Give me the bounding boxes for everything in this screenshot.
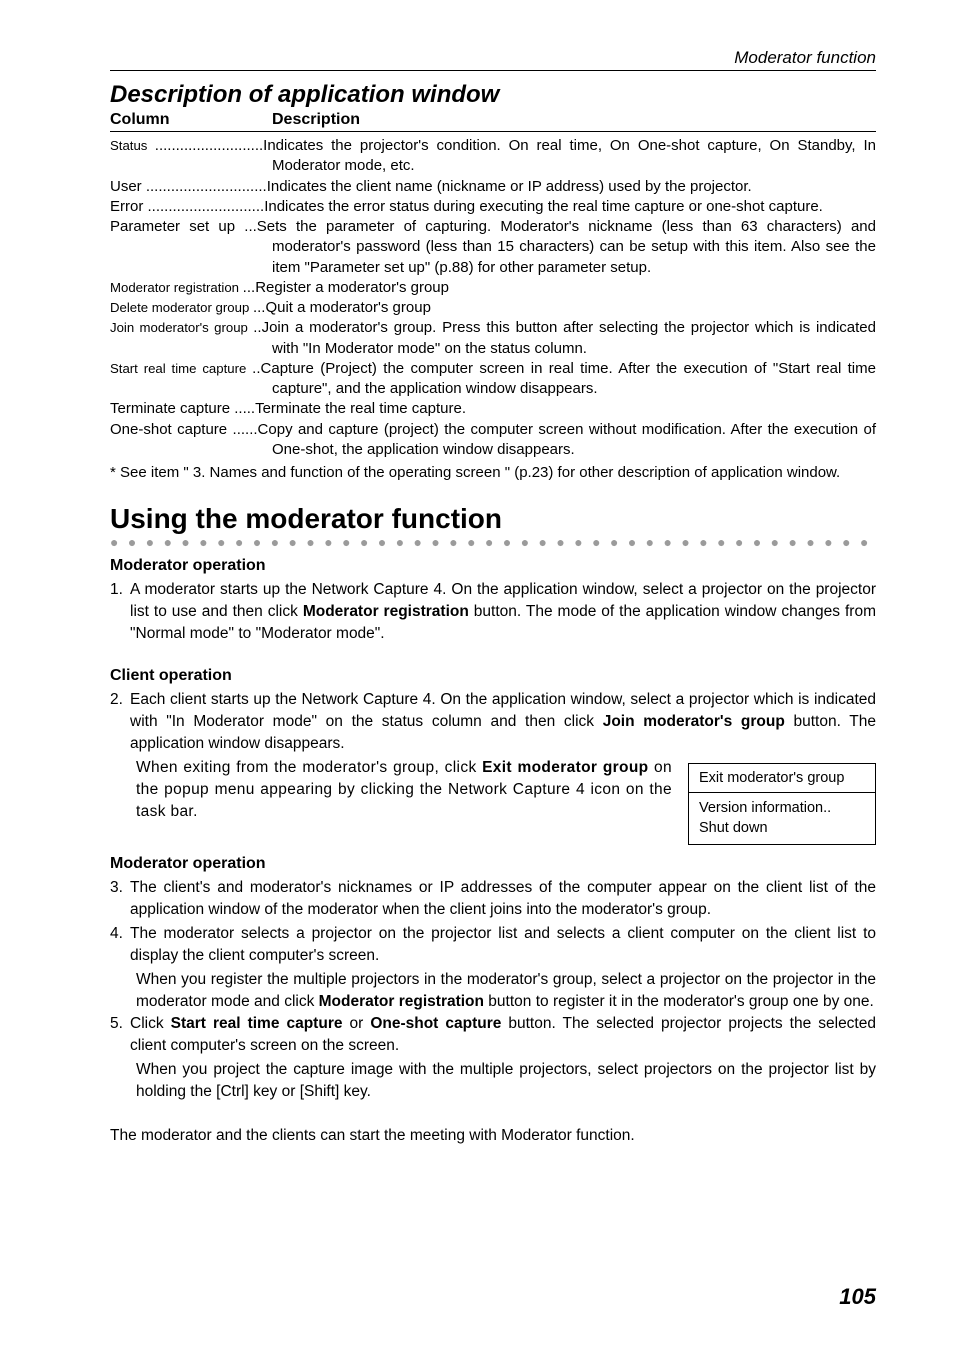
col-header-column: Column [110, 111, 272, 129]
definition-description: Indicates the projector's condition. On … [263, 137, 876, 174]
leader-dots: ...... [233, 421, 258, 438]
section-title: Description of application window [110, 81, 876, 109]
step-1-number: 1. [110, 579, 130, 645]
step-4-text: The moderator selects a projector on the… [130, 923, 876, 967]
definition-list: Status ..........................Indicat… [110, 136, 876, 460]
step-5-number: 5. [110, 1013, 130, 1057]
leader-dots: ... [253, 299, 266, 316]
main-heading: Using the moderator function [110, 503, 876, 535]
popup-exit-group: Exit moderator's group [689, 764, 875, 793]
leader-dots: .. [252, 360, 260, 377]
definition-row: Delete moderator group ...Quit a moderat… [110, 298, 876, 318]
definition-row: Parameter set up ...Sets the parameter o… [110, 217, 876, 278]
subhead-client-op: Client operation [110, 667, 876, 685]
table-header-row: Column Description [110, 111, 876, 132]
running-header: Moderator function [110, 48, 876, 68]
step-2-text: Each client starts up the Network Captur… [130, 689, 876, 755]
definition-description: Terminate the real time capture. [255, 400, 466, 417]
leader-dots: ............................. [146, 178, 267, 195]
leader-dots: .......................... [155, 137, 263, 154]
definition-description: Indicates the error status during execut… [264, 198, 823, 215]
step-1-text: A moderator starts up the Network Captur… [130, 579, 876, 645]
step-5-text: Click Start real time capture or One-sho… [130, 1013, 876, 1057]
header-rule [110, 70, 876, 71]
definition-description: Quit a moderator's group [265, 299, 430, 316]
step-4-indent: When you register the multiple projector… [110, 969, 876, 1013]
step-2-indent-row: When exiting from the moderator's group,… [110, 757, 876, 845]
step-4: 4. The moderator selects a projector on … [110, 923, 876, 967]
leader-dots: ............................ [148, 198, 265, 215]
definition-description: Copy and capture (project) the computer … [258, 421, 876, 458]
definition-row: User .............................Indica… [110, 177, 876, 197]
subhead-moderator-op-2: Moderator operation [110, 855, 876, 873]
definition-row: Moderator registration ...Register a mod… [110, 278, 876, 298]
definition-description: Indicates the client name (nickname or I… [267, 178, 752, 195]
definition-term: Moderator registration [110, 280, 243, 295]
definition-description: Register a moderator's group [255, 279, 449, 296]
definition-term: Join moderator's group [110, 320, 253, 335]
step-5-pre: Click [130, 1015, 171, 1032]
step-5: 5. Click Start real time capture or One-… [110, 1013, 876, 1057]
leader-dots: .. [253, 319, 261, 336]
step-3-number: 3. [110, 877, 130, 921]
definition-row: Error ............................Indica… [110, 197, 876, 217]
step-4-indent-bold: Moderator registration [319, 993, 484, 1010]
definition-term: Start real time capture [110, 361, 252, 376]
definition-term: Status [110, 138, 155, 153]
definition-description: Capture (Project) the computer screen in… [261, 360, 876, 397]
definition-description: Join a moderator's group. Press this but… [262, 319, 876, 356]
step-2-indent-bold: Exit moderator group [482, 759, 648, 776]
step-2-number: 2. [110, 689, 130, 755]
step-1: 1. A moderator starts up the Network Cap… [110, 579, 876, 645]
definition-row: Status ..........................Indicat… [110, 136, 876, 177]
popup-menu-illustration: Exit moderator's group Version informati… [688, 763, 876, 845]
dotted-rule: ●●●●●●●●●●●●●●●●●●●●●●●●●●●●●●●●●●●●●●●●… [110, 537, 876, 547]
step-4-number: 4. [110, 923, 130, 967]
page-number: 105 [839, 1284, 876, 1310]
definition-term: Error [110, 198, 148, 215]
step-2-bold: Join moderator's group [603, 713, 785, 730]
popup-version-info: Version information.. [699, 799, 865, 819]
table-footnote: * See item " 3. Names and function of th… [110, 464, 876, 481]
step-5-bold-1: Start real time capture [171, 1015, 343, 1032]
definition-description: Sets the parameter of capturing. Moderat… [257, 218, 876, 276]
definition-term: User [110, 178, 146, 195]
step-2-indent-pre: When exiting from the moderator's group,… [136, 759, 482, 776]
popup-shut-down: Shut down [699, 819, 865, 839]
col-header-description: Description [272, 111, 876, 129]
definition-row: Start real time capture ..Capture (Proje… [110, 359, 876, 400]
step-2-indent-text: When exiting from the moderator's group,… [110, 757, 672, 823]
leader-dots: ... [244, 218, 257, 235]
definition-term: One-shot capture [110, 421, 233, 438]
popup-lower: Version information.. Shut down [689, 793, 875, 844]
step-5-mid: or [342, 1015, 370, 1032]
definition-term: Terminate capture [110, 400, 234, 417]
step-5-indent: When you project the capture image with … [110, 1059, 876, 1103]
leader-dots: ..... [234, 400, 255, 417]
step-3: 3. The client's and moderator's nickname… [110, 877, 876, 921]
step-1-bold: Moderator registration [303, 603, 469, 620]
definition-row: Terminate capture .....Terminate the rea… [110, 399, 876, 419]
definition-term: Delete moderator group [110, 300, 253, 315]
step-5-bold-2: One-shot capture [370, 1015, 501, 1032]
definition-row: One-shot capture ......Copy and capture … [110, 420, 876, 461]
step-3-text: The client's and moderator's nicknames o… [130, 877, 876, 921]
closing-paragraph: The moderator and the clients can start … [110, 1125, 876, 1147]
step-4-indent-post: button to register it in the moderator's… [484, 993, 874, 1010]
definition-row: Join moderator's group ..Join a moderato… [110, 318, 876, 359]
leader-dots: ... [243, 279, 256, 296]
step-2: 2. Each client starts up the Network Cap… [110, 689, 876, 755]
subhead-moderator-op-1: Moderator operation [110, 557, 876, 575]
definition-term: Parameter set up [110, 218, 244, 235]
